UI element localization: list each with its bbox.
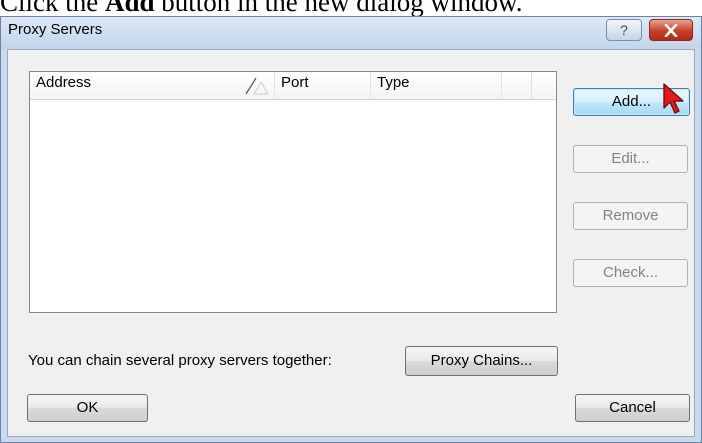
remove-button[interactable]: Remove [573,202,688,230]
instruction-text: Click the Add button in the new dialog w… [0,0,702,16]
instruction-emphasis: Add [104,0,155,16]
red-arrow-cursor-icon [663,83,684,114]
instruction-prefix: Click the [0,0,105,16]
column-resize-glyph [245,77,268,95]
column-label-type: Type [377,74,410,91]
ok-button[interactable]: OK [27,394,148,422]
proxy-chains-button[interactable]: Proxy Chains... [405,346,558,376]
list-header: Address Port Type [30,72,556,100]
column-header-type[interactable]: Type [371,72,502,99]
check-button[interactable]: Check... [573,259,688,287]
close-button[interactable] [649,19,693,41]
proxy-list[interactable]: Address Port Type [29,71,557,313]
dialog-client-area: Address Port Type Add... Edit... Remove … [7,49,695,437]
title-bar[interactable]: Proxy Servers ? [1,17,701,49]
help-button[interactable]: ? [606,19,642,41]
edit-button[interactable]: Edit... [573,145,688,173]
column-header-extra [502,72,532,99]
chain-hint-text: You can chain several proxy servers toge… [28,352,332,369]
column-header-address[interactable]: Address [30,72,275,99]
proxy-servers-dialog: Proxy Servers ? Address Port Type Add...… [0,16,702,443]
dialog-title: Proxy Servers [8,21,103,38]
list-body[interactable] [30,100,556,312]
column-header-port[interactable]: Port [275,72,371,99]
instruction-suffix: button in the new dialog window. [154,0,523,16]
column-label-port: Port [281,74,309,91]
cancel-button[interactable]: Cancel [575,394,690,422]
column-label-address: Address [36,74,92,91]
close-x-icon [664,24,678,37]
question-mark-icon: ? [620,22,628,38]
